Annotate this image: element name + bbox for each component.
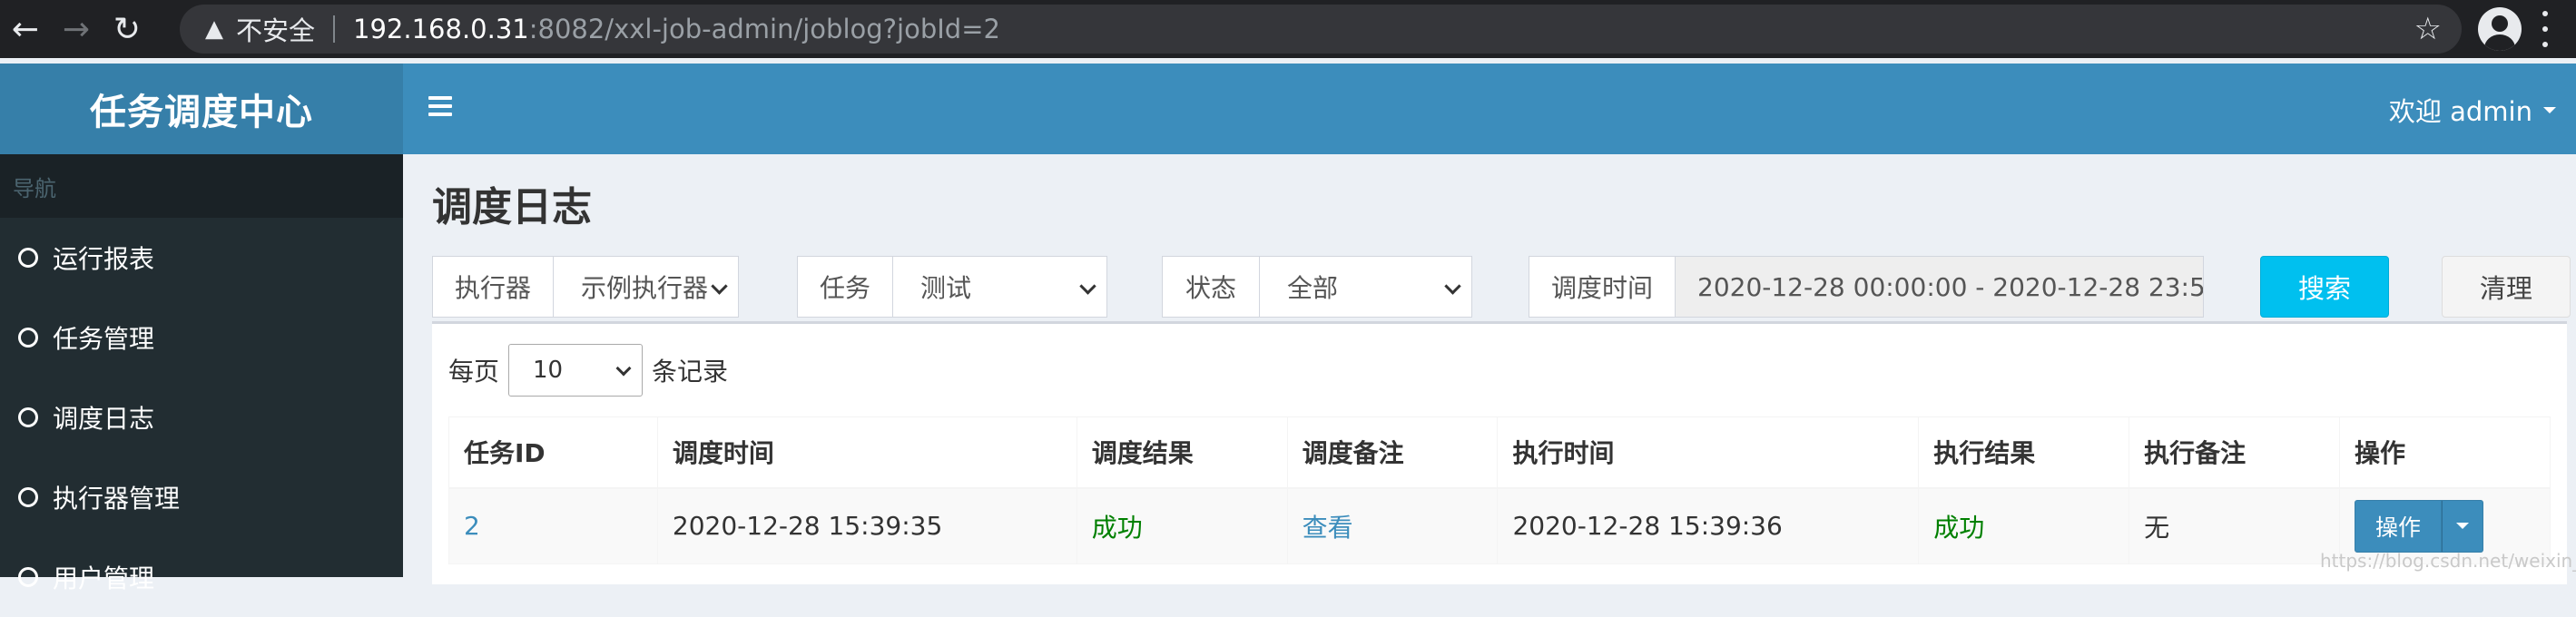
sidebar: 导航 运行报表 任务管理 调度日志 执行器管理 用户管理 <box>0 154 403 593</box>
executor-select[interactable]: 示例执行器 <box>554 256 739 318</box>
action-dropdown-toggle[interactable] <box>2441 499 2483 553</box>
address-separator <box>333 15 336 43</box>
security-label: 不安全 <box>236 15 316 46</box>
address-bar[interactable]: ▲ 不安全 192.168.0.31:8082/xxl-job-admin/jo… <box>180 5 2462 54</box>
trigger-note-link[interactable]: 查看 <box>1286 487 1499 564</box>
trigger-result-cell: 成功 <box>1076 487 1288 564</box>
column-header-trigger-note[interactable]: 调度备注 <box>1286 416 1499 489</box>
job-select[interactable]: 测试 <box>893 256 1107 318</box>
job-id-link[interactable]: 2 <box>448 487 658 564</box>
profile-avatar-icon[interactable] <box>2478 7 2522 51</box>
sidebar-toggle-icon[interactable] <box>428 96 452 116</box>
job-filter: 任务 测试 <box>797 256 1107 318</box>
action-button[interactable]: 操作 <box>2354 499 2442 553</box>
sidebar-item-users[interactable]: 用户管理 <box>0 537 403 617</box>
sidebar-item-report[interactable]: 运行报表 <box>0 218 403 298</box>
job-selected-value: 测试 <box>920 273 972 303</box>
circle-icon <box>18 328 38 348</box>
job-label: 任务 <box>797 256 893 318</box>
column-header-action: 操作 <box>2338 416 2551 489</box>
page-title: 调度日志 <box>432 184 592 230</box>
status-selected-value: 全部 <box>1287 273 1339 303</box>
browser-toolbar: ← → ↻ ▲ 不安全 192.168.0.31:8082/xxl-job-ad… <box>0 0 2576 58</box>
page-size-prefix: 每页 <box>448 357 500 387</box>
circle-icon <box>18 487 38 507</box>
sidebar-item-logs[interactable]: 调度日志 <box>0 377 403 457</box>
handle-result-cell: 成功 <box>1918 487 2130 564</box>
log-table-box: 每页 10 条记录 任务ID 调度时间 调度结果 调度备注 执行时间 执行结果 … <box>432 321 2567 584</box>
trigger-time-cell: 2020-12-28 15:39:35 <box>656 487 1077 564</box>
welcome-text: 欢迎 admin <box>2388 96 2532 127</box>
status-label: 状态 <box>1162 256 1260 318</box>
url-host: 192.168.0.31 <box>353 14 529 44</box>
status-filter: 状态 全部 <box>1162 256 1472 318</box>
browser-menu-icon[interactable] <box>2542 11 2549 47</box>
column-header-handle-time[interactable]: 执行时间 <box>1497 416 1920 489</box>
table-row: 2 2020-12-28 15:39:35 成功 查看 2020-12-28 1… <box>448 487 2551 564</box>
forward-icon[interactable]: → <box>51 0 102 58</box>
app-logo[interactable]: 任务调度中心 <box>0 64 403 154</box>
sidebar-item-executors[interactable]: 执行器管理 <box>0 457 403 537</box>
circle-icon <box>18 248 38 268</box>
circle-icon <box>18 567 38 587</box>
column-header-job-id[interactable]: 任务ID <box>448 416 658 489</box>
page-size-control: 每页 10 条记录 <box>448 344 728 397</box>
action-button-group: 操作 <box>2354 499 2483 553</box>
executor-selected-value: 示例执行器 <box>581 273 709 303</box>
search-button[interactable]: 搜索 <box>2260 256 2389 318</box>
reload-icon[interactable]: ↻ <box>102 0 152 58</box>
executor-filter: 执行器 示例执行器 <box>432 256 739 318</box>
handle-note-cell: 无 <box>2129 487 2340 564</box>
column-header-trigger-time[interactable]: 调度时间 <box>656 416 1077 489</box>
bookmark-star-icon[interactable]: ☆ <box>2414 11 2442 47</box>
sidebar-item-jobs[interactable]: 任务管理 <box>0 298 403 377</box>
chevron-down-icon <box>615 360 632 377</box>
column-header-handle-result[interactable]: 执行结果 <box>1918 416 2130 489</box>
table-header-row: 任务ID 调度时间 调度结果 调度备注 执行时间 执行结果 执行备注 操作 <box>448 416 2551 489</box>
sidebar-item-label: 运行报表 <box>53 244 155 274</box>
log-table: 任务ID 调度时间 调度结果 调度备注 执行时间 执行结果 执行备注 操作 2 … <box>448 416 2551 564</box>
time-range-input[interactable]: 2020-12-28 00:00:00 - 2020-12-28 23:59:5… <box>1676 256 2204 318</box>
sidebar-item-label: 任务管理 <box>53 324 155 354</box>
watermark: https://blog.csdn.net/weixin_44798288 <box>2320 550 2576 572</box>
sidebar-item-label: 调度日志 <box>53 404 155 434</box>
back-icon[interactable]: ← <box>0 0 51 58</box>
page-size-select[interactable]: 10 <box>508 344 644 397</box>
time-label: 调度时间 <box>1529 256 1676 318</box>
page-size-value: 10 <box>533 357 564 384</box>
chevron-down-icon <box>711 278 728 295</box>
circle-icon <box>18 407 38 427</box>
url-path: :8082/xxl-job-admin/joblog?jobId=2 <box>528 14 1000 44</box>
status-select[interactable]: 全部 <box>1260 256 1472 318</box>
user-menu[interactable]: 欢迎 admin <box>2389 91 2556 129</box>
clear-button[interactable]: 清理 <box>2442 256 2571 318</box>
caret-down-icon <box>2543 106 2556 113</box>
warning-icon: ▲ <box>205 15 223 43</box>
chevron-down-icon <box>1444 278 1461 295</box>
top-navbar: 欢迎 admin <box>403 64 2576 154</box>
executor-label: 执行器 <box>432 256 554 318</box>
time-filter: 调度时间 2020-12-28 00:00:00 - 2020-12-28 23… <box>1529 256 2204 318</box>
chevron-down-icon <box>1079 278 1096 295</box>
sidebar-item-label: 执行器管理 <box>53 484 181 514</box>
caret-down-icon <box>2455 523 2469 530</box>
sidebar-item-label: 用户管理 <box>53 563 155 593</box>
sidebar-header: 导航 <box>0 154 403 218</box>
column-header-trigger-result[interactable]: 调度结果 <box>1076 416 1288 489</box>
page-size-suffix: 条记录 <box>652 357 729 387</box>
handle-time-cell: 2020-12-28 15:39:36 <box>1497 487 1920 564</box>
column-header-handle-note[interactable]: 执行备注 <box>2129 416 2340 489</box>
